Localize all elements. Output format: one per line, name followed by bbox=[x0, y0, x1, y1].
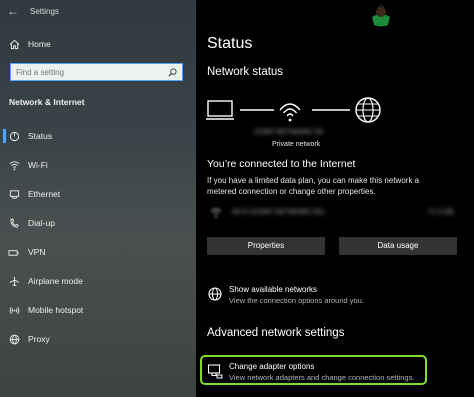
laptop-icon bbox=[206, 100, 234, 120]
sidebar-item-label: Wi-Fi bbox=[28, 160, 48, 170]
network-name-blurred: CORP-NETWORK 5G bbox=[254, 129, 324, 136]
sidebar-item-vpn[interactable]: VPN bbox=[0, 238, 196, 266]
section-title: Network & Internet bbox=[9, 97, 85, 107]
adapter-name-blurred: Wi-Fi (CORP NETWORK 5G) bbox=[232, 209, 325, 216]
sidebar-item-dialup[interactable]: Dial-up bbox=[0, 209, 196, 237]
page-title: Status bbox=[207, 35, 253, 52]
app-title: Settings bbox=[30, 6, 59, 16]
back-button[interactable]: ← bbox=[0, 0, 26, 22]
sidebar-item-label: Proxy bbox=[28, 334, 50, 344]
wifi-adapter-icon bbox=[210, 208, 222, 218]
network-diagram bbox=[206, 97, 381, 123]
home-label: Home bbox=[28, 39, 51, 49]
change-adapter-link[interactable]: Change adapter options View network adap… bbox=[207, 362, 414, 383]
adapter-title[interactable]: Change adapter options bbox=[229, 362, 414, 372]
sidebar-item-label: Ethernet bbox=[28, 189, 61, 199]
hotspot-icon bbox=[0, 305, 28, 316]
properties-button[interactable]: Properties bbox=[207, 237, 325, 255]
avatar bbox=[372, 3, 390, 27]
data-usage-button[interactable]: Data usage bbox=[339, 237, 457, 255]
sidebar-item-label: Dial-up bbox=[28, 218, 55, 228]
sidebar-item-status[interactable]: Status bbox=[0, 122, 196, 150]
sidebar-item-ethernet[interactable]: Ethernet bbox=[0, 180, 196, 208]
home-nav-item[interactable]: Home bbox=[0, 30, 196, 58]
search-box[interactable] bbox=[10, 63, 183, 81]
internet-globe-icon bbox=[355, 97, 381, 123]
sidebar-item-hotspot[interactable]: Mobile hotspot bbox=[0, 296, 196, 324]
back-arrow-icon: ← bbox=[7, 4, 19, 18]
available-networks-icon bbox=[208, 287, 222, 301]
adapter-description: View network adapters and change connect… bbox=[229, 373, 415, 382]
network-type: Private network bbox=[272, 141, 321, 148]
show-networks-title[interactable]: Show available networks bbox=[229, 285, 364, 295]
status-icon bbox=[0, 131, 28, 142]
sidebar-item-proxy[interactable]: Proxy bbox=[0, 325, 196, 353]
network-status-heading: Network status bbox=[207, 66, 284, 78]
sidebar-item-wifi[interactable]: Wi-Fi bbox=[0, 151, 196, 179]
sidebar-item-airplane[interactable]: Airplane mode bbox=[0, 267, 196, 295]
sidebar-item-label: Airplane mode bbox=[28, 276, 83, 286]
globe-icon bbox=[0, 334, 28, 345]
search-icon[interactable] bbox=[168, 67, 177, 77]
show-networks-description: View the connection options around you. bbox=[229, 296, 364, 305]
connected-description: If you have a limited data plan, you can… bbox=[207, 176, 420, 196]
wifi-router-icon bbox=[279, 103, 301, 122]
wifi-icon bbox=[0, 160, 28, 171]
title-bar: ← Settings bbox=[0, 0, 196, 22]
advanced-heading: Advanced network settings bbox=[207, 327, 345, 339]
sidebar-item-label: Status bbox=[28, 131, 53, 141]
data-usage-blurred: 71.5 GB bbox=[428, 209, 454, 216]
connected-heading: You’re connected to the Internet bbox=[207, 158, 356, 170]
search-input[interactable] bbox=[16, 67, 156, 77]
sidebar-item-label: Mobile hotspot bbox=[28, 305, 84, 315]
adapter-icon bbox=[207, 364, 223, 379]
sidebar-item-label: VPN bbox=[28, 247, 46, 257]
vpn-icon bbox=[0, 247, 28, 258]
main-panel: Status Network status CORP-NETWORK 5G Pr… bbox=[196, 0, 474, 397]
airplane-icon bbox=[0, 276, 28, 287]
show-networks-link[interactable]: Show available networks View the connect… bbox=[207, 285, 364, 306]
home-icon bbox=[0, 39, 28, 50]
dialup-icon bbox=[0, 217, 28, 229]
sidebar: ← Settings Home Network & Internet Statu… bbox=[0, 0, 196, 397]
ethernet-icon bbox=[0, 189, 28, 200]
